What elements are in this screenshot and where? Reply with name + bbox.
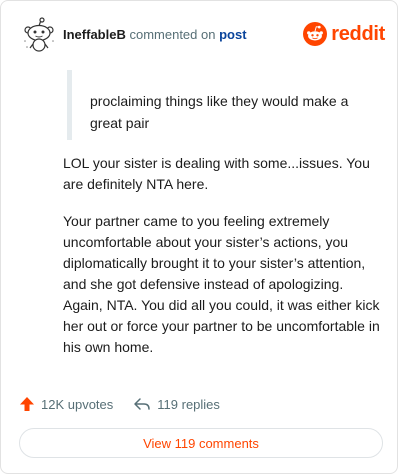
reddit-logo[interactable]: reddit (303, 21, 385, 47)
commented-on-text: commented on (129, 27, 216, 42)
comment-actions: 12K upvotes 119 replies (19, 393, 240, 415)
username-link[interactable]: IneffableB (63, 27, 126, 42)
upvote-button[interactable]: 12K upvotes (19, 396, 113, 412)
reddit-wordmark: reddit (331, 22, 385, 45)
reply-count: 119 replies (157, 396, 220, 412)
comment-paragraph-1: LOL your sister is dealing with some...i… (63, 155, 370, 192)
reddit-logo-icon (303, 22, 328, 46)
reply-arrow-icon (134, 398, 151, 410)
upvote-count: 12K upvotes (41, 396, 114, 412)
upvote-arrow-icon (20, 397, 34, 411)
comment-header: IneffableB commented on post reddit (15, 15, 385, 55)
quoted-text-block: proclaiming things like they would make … (67, 70, 367, 140)
view-comments-button[interactable]: View 119 comments (19, 428, 383, 458)
post-link[interactable]: post (219, 27, 246, 42)
snoo-avatar-icon[interactable] (21, 17, 57, 53)
replies-button[interactable]: 119 replies (133, 396, 220, 412)
comment-card: IneffableB commented on post reddit proc… (0, 0, 398, 474)
quote-text: proclaiming things like they would make … (90, 93, 349, 131)
comment-paragraph-2: Your partner came to you feeling extreme… (63, 213, 380, 355)
comment-byline: IneffableB commented on post (63, 27, 247, 43)
